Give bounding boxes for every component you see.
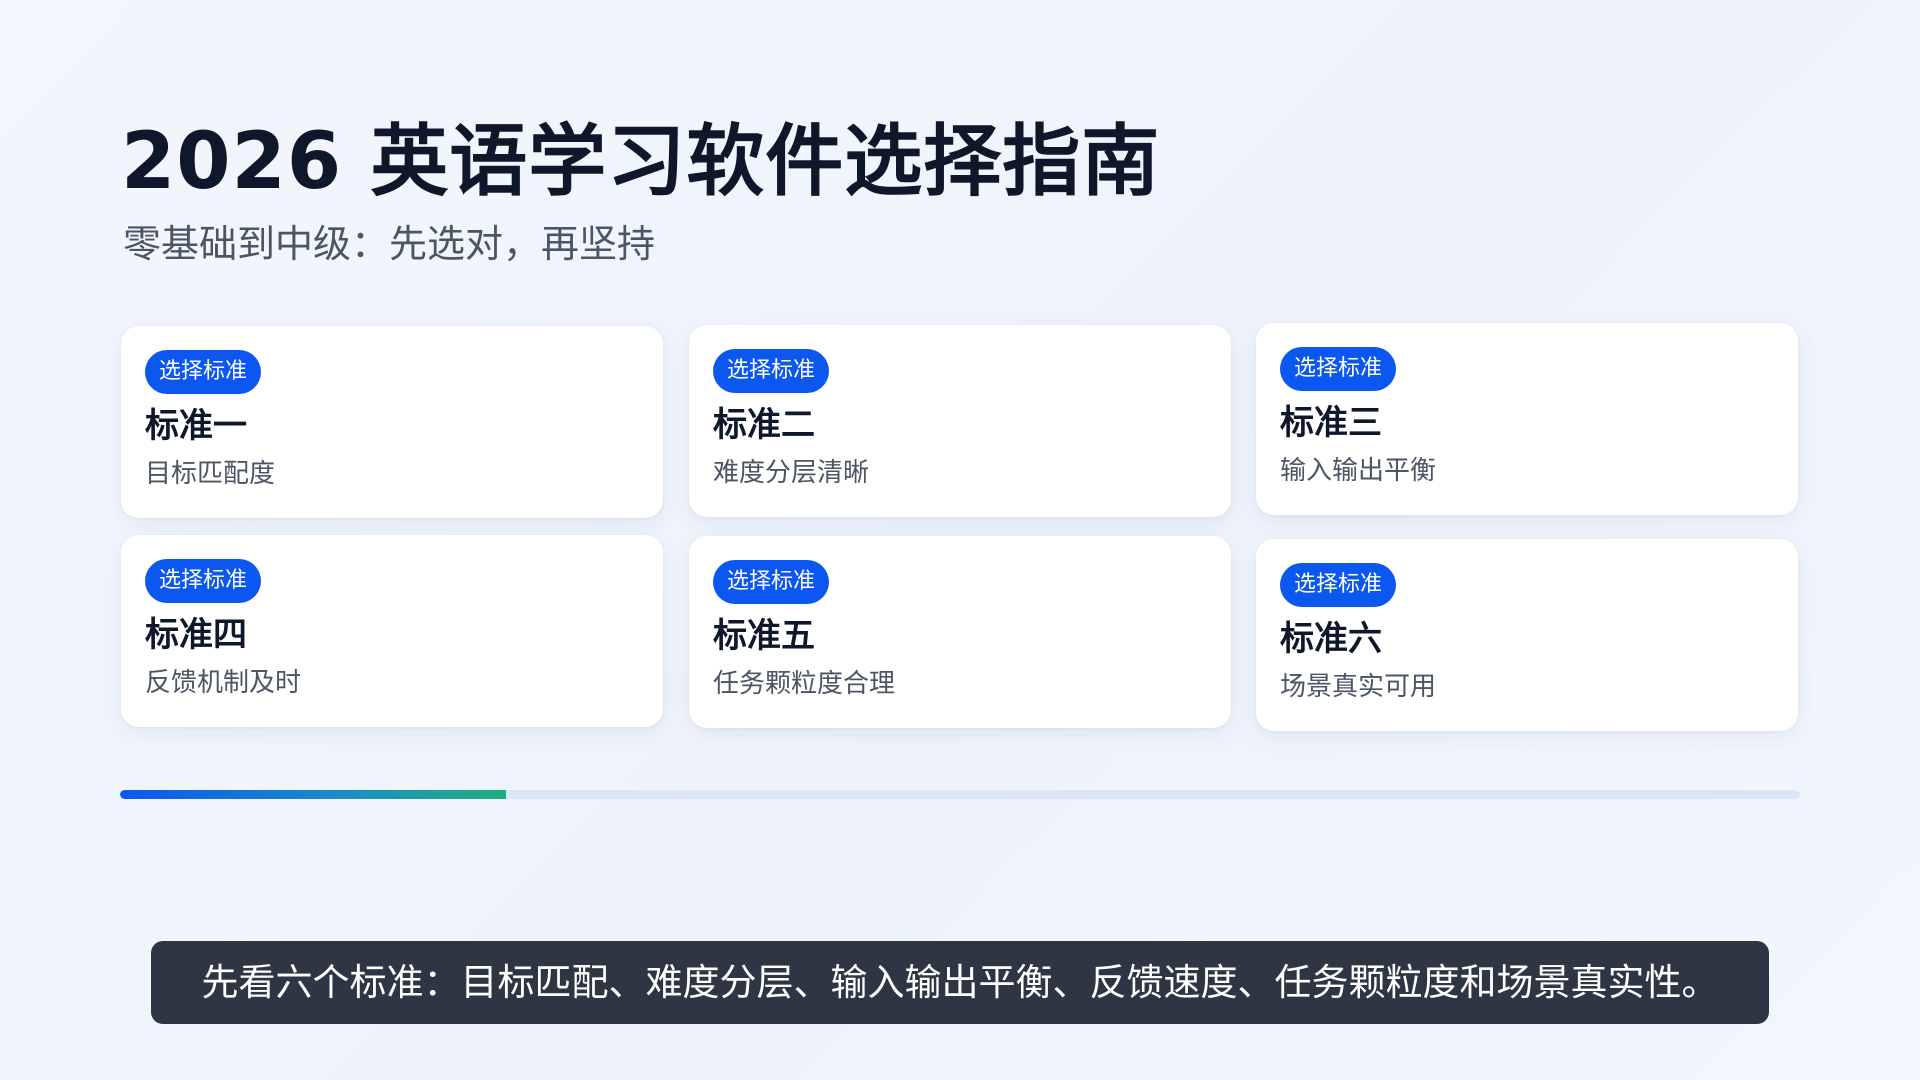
criteria-description: 任务颗粒度合理: [713, 668, 896, 699]
progress-bar-fill: [120, 790, 507, 799]
criteria-title: 标准二: [713, 405, 815, 445]
criteria-badge: 选择标准: [145, 559, 262, 603]
criteria-description: 目标匹配度: [145, 458, 276, 489]
criteria-title: 标准一: [145, 406, 247, 446]
progress-bar: [120, 790, 1800, 799]
criteria-badge: 选择标准: [1280, 347, 1397, 391]
criteria-title: 标准三: [1280, 403, 1382, 443]
criteria-description: 输入输出平衡: [1280, 455, 1437, 486]
criteria-card-2: 选择标准 标准二 难度分层清晰: [689, 325, 1231, 517]
criteria-card-6: 选择标准 标准六 场景真实可用: [1256, 539, 1798, 731]
criteria-badge: 选择标准: [713, 560, 830, 604]
criteria-badge: 选择标准: [145, 350, 262, 394]
criteria-title: 标准六: [1280, 619, 1382, 659]
criteria-badge: 选择标准: [1280, 563, 1397, 607]
criteria-badge: 选择标准: [713, 349, 830, 393]
criteria-card-5: 选择标准 标准五 任务颗粒度合理: [689, 536, 1231, 728]
criteria-title: 标准五: [713, 616, 815, 656]
slide: 2026 英语学习软件选择指南 零基础到中级：先选对，再坚持 选择标准 标准一 …: [0, 0, 1920, 1080]
criteria-title: 标准四: [145, 615, 247, 655]
page-title: 2026 英语学习软件选择指南: [121, 117, 1161, 207]
criteria-description: 难度分层清晰: [713, 457, 870, 488]
criteria-card-4: 选择标准 标准四 反馈机制及时: [121, 535, 663, 727]
criteria-description: 反馈机制及时: [145, 667, 302, 698]
criteria-grid: 选择标准 标准一 目标匹配度 选择标准 标准二 难度分层清晰 选择标准 标准三 …: [121, 323, 1798, 731]
criteria-description: 场景真实可用: [1280, 671, 1437, 702]
criteria-card-1: 选择标准 标准一 目标匹配度: [121, 326, 663, 518]
page-subtitle: 零基础到中级：先选对，再坚持: [123, 222, 656, 266]
criteria-card-3: 选择标准 标准三 输入输出平衡: [1256, 323, 1798, 515]
narration-caption: 先看六个标准：目标匹配、难度分层、输入输出平衡、反馈速度、任务颗粒度和场景真实性…: [151, 941, 1769, 1024]
